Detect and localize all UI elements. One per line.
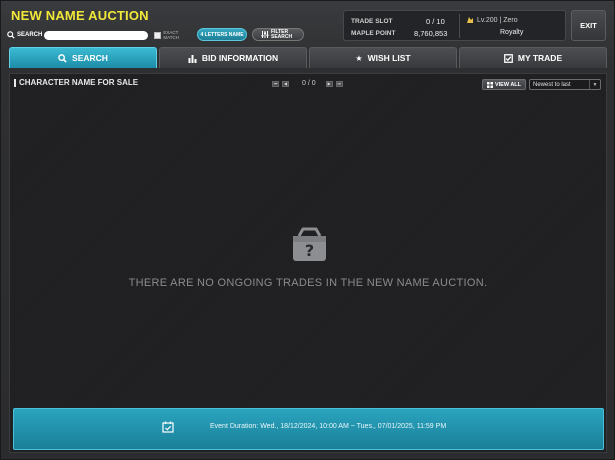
chevron-down-icon: ▼ <box>589 80 600 89</box>
world-name: Royalty <box>500 29 524 36</box>
star-icon: ★ <box>355 53 363 63</box>
exit-button[interactable]: EXIT <box>571 10 606 41</box>
info-divider <box>459 14 460 38</box>
view-all-label: VIEW ALL <box>494 81 522 88</box>
search-label: SEARCH <box>17 32 43 38</box>
tab-my-trade[interactable]: MY TRADE <box>459 47 607 68</box>
sort-dropdown[interactable]: Newest to last ▼ <box>529 79 601 90</box>
filter-search-label: FILTER SEARCH <box>271 28 293 40</box>
empty-message: THERE ARE NO ONGOING TRADES IN THE NEW N… <box>128 277 488 289</box>
pagination: ⏮ ◀ 0 / 0 ▶ ⏭ <box>272 80 346 87</box>
exit-label: EXIT <box>580 21 597 30</box>
search-input[interactable] <box>44 30 149 40</box>
first-page-button[interactable]: ⏮ <box>272 80 279 87</box>
search-icon <box>7 31 15 39</box>
calendar-check-icon <box>162 421 174 433</box>
view-all-button[interactable]: VIEW ALL <box>482 79 526 90</box>
filter-search-button[interactable]: FILTER SEARCH <box>252 28 304 41</box>
svg-text:?: ? <box>305 241 314 260</box>
window-title: NEW NAME AUCTION <box>11 8 149 23</box>
exact-match-label: EXACT MATCH <box>163 30 180 40</box>
trade-slot-label: TRADE SLOT <box>351 18 393 25</box>
search-icon <box>58 53 67 63</box>
maple-point-value: 8,760,853 <box>414 29 448 38</box>
search-row: SEARCH EXACT MATCH <box>7 29 187 41</box>
tab-wish-list-label: WISH LIST <box>367 53 411 63</box>
four-letters-name-button[interactable]: 4 LETTERS NAME <box>197 28 247 41</box>
sort-selected-value: Newest to last <box>533 81 571 88</box>
section-title: CHARACTER NAME FOR SALE <box>14 79 138 87</box>
account-info-panel: TRADE SLOT 0 / 10 MAPLE POINT 8,760,853 … <box>343 10 566 41</box>
auction-window: NEW NAME AUCTION SEARCH EXACT MATCH 4 LE… <box>0 0 615 460</box>
tab-search[interactable]: SEARCH <box>9 47 157 68</box>
filter-icon <box>261 31 269 38</box>
character-level: Lv.200 | Zero <box>477 17 518 24</box>
tab-wish-list[interactable]: ★ WISH LIST <box>309 47 457 68</box>
empty-box-icon: ? <box>293 227 326 261</box>
grid-icon <box>486 81 493 88</box>
tab-bid-information[interactable]: BID INFORMATION <box>159 47 307 68</box>
event-duration-banner: Event Duration: Wed., 18/12/2024, 10:00 … <box>13 408 604 450</box>
listing-panel: CHARACTER NAME FOR SALE ⏮ ◀ 0 / 0 ▶ ⏭ VI… <box>9 73 607 453</box>
last-page-button[interactable]: ⏭ <box>335 80 343 87</box>
character-class-icon <box>467 17 473 23</box>
tab-my-trade-label: MY TRADE <box>517 53 563 63</box>
four-letters-name-label: 4 LETTERS NAME <box>200 31 244 38</box>
page-indicator: 0 / 0 <box>302 80 316 87</box>
exact-match-checkbox[interactable] <box>154 31 162 39</box>
checkbox-icon <box>503 53 513 63</box>
tab-search-label: SEARCH <box>72 53 108 63</box>
next-page-button[interactable]: ▶ <box>325 80 333 87</box>
bar-chart-icon <box>188 54 197 63</box>
tab-bid-information-label: BID INFORMATION <box>201 53 279 63</box>
maple-point-label: MAPLE POINT <box>351 30 396 37</box>
event-duration-text: Event Duration: Wed., 18/12/2024, 10:00 … <box>210 423 447 430</box>
prev-page-button[interactable]: ◀ <box>282 80 289 87</box>
trade-slot-value: 0 / 10 <box>426 17 445 26</box>
